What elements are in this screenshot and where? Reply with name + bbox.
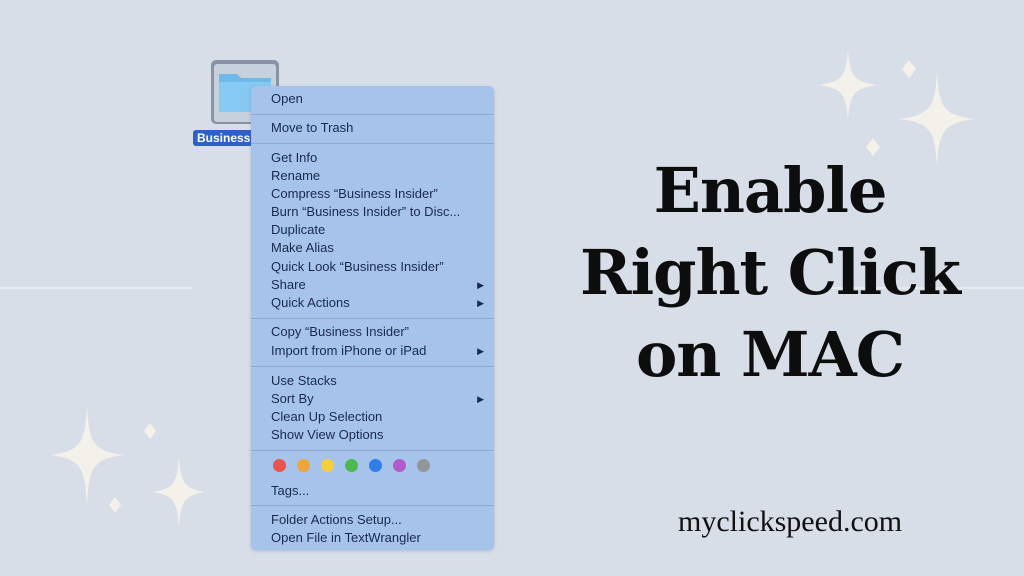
submenu-arrow-icon: ▶ [477,298,484,308]
menu-item-label: Import from iPhone or iPad [271,343,427,358]
menu-item-duplicate[interactable]: Duplicate [271,221,484,239]
sparkle-icon [109,497,121,513]
tag-gray[interactable] [417,459,430,472]
menu-item-open-in-textwrangler[interactable]: Open File in TextWrangler [271,529,484,547]
menu-item-label: Open File in TextWrangler [271,530,421,545]
tag-red[interactable] [273,459,286,472]
menu-item-label: Copy “Business Insider” [271,324,409,339]
menu-item-get-info[interactable]: Get Info [271,149,484,167]
sparkle-icon [152,456,206,528]
site-url: myclickspeed.com [678,505,903,538]
menu-item-label: Share [271,277,306,292]
tag-blue[interactable] [369,459,382,472]
tag-color-row [273,459,430,472]
sparkle-icon [902,60,916,78]
headline-line-1: Enable [653,154,888,227]
sparkle-icon [818,50,878,120]
menu-item-label: Rename [271,168,321,183]
sparkle-icon [50,405,124,505]
sparkle-icon [144,423,156,439]
menu-item-open[interactable]: Open [271,90,484,108]
headline-line-3: on MAC [635,318,905,391]
menu-item-label: Sort By [271,391,314,406]
tag-green[interactable] [345,459,358,472]
menu-item-tags[interactable]: Tags... [271,482,484,500]
submenu-arrow-icon: ▶ [477,394,484,404]
menu-separator [251,143,494,144]
menu-item-show-view-options[interactable]: Show View Options [271,426,484,444]
menu-item-label: Clean Up Selection [271,409,383,424]
headline: Enable Right Click on MAC [560,150,980,396]
menu-item-label: Show View Options [271,427,384,442]
menu-item-compress[interactable]: Compress “Business Insider” [271,185,484,203]
submenu-arrow-icon: ▶ [477,346,484,356]
menu-item-rename[interactable]: Rename [271,167,484,185]
menu-item-label: Use Stacks [271,373,337,388]
menu-item-label: Compress “Business Insider” [271,186,438,201]
menu-item-make-alias[interactable]: Make Alias [271,239,484,257]
menu-item-copy[interactable]: Copy “Business Insider” [271,323,484,341]
menu-item-label: Burn “Business Insider” to Disc... [271,204,461,219]
menu-item-label: Quick Look “Business Insider” [271,259,444,274]
menu-item-folder-actions-setup[interactable]: Folder Actions Setup... [271,511,484,529]
tag-purple[interactable] [393,459,406,472]
menu-separator [251,450,494,451]
menu-separator [251,114,494,115]
folder-label[interactable]: Business [193,130,255,146]
menu-separator [251,366,494,367]
decorative-line-left [0,287,192,289]
menu-item-label: Tags... [271,483,310,498]
menu-item-quick-actions[interactable]: Quick Actions ▶ [271,294,484,312]
menu-item-share[interactable]: Share ▶ [271,276,484,294]
submenu-arrow-icon: ▶ [477,280,484,290]
menu-item-label: Open [271,91,303,106]
menu-item-label: Move to Trash [271,120,354,135]
menu-item-label: Folder Actions Setup... [271,512,402,527]
menu-item-burn-to-disc[interactable]: Burn “Business Insider” to Disc... [271,203,484,221]
menu-item-clean-up-selection[interactable]: Clean Up Selection [271,408,484,426]
headline-line-2: Right Click [580,236,961,309]
menu-separator [251,318,494,319]
context-menu: Open Move to Trash Get Info Rename Compr… [251,86,494,550]
menu-item-quick-look[interactable]: Quick Look “Business Insider” [271,258,484,276]
tag-yellow[interactable] [321,459,334,472]
menu-item-label: Quick Actions [271,295,350,310]
menu-separator [251,505,494,506]
menu-item-label: Make Alias [271,240,334,255]
menu-item-move-to-trash[interactable]: Move to Trash [271,119,484,137]
menu-item-label: Duplicate [271,222,326,237]
menu-item-use-stacks[interactable]: Use Stacks [271,372,484,390]
menu-item-sort-by[interactable]: Sort By ▶ [271,390,484,408]
tag-orange[interactable] [297,459,310,472]
menu-item-import-from-iphone[interactable]: Import from iPhone or iPad ▶ [271,342,484,360]
menu-item-label: Get Info [271,150,318,165]
